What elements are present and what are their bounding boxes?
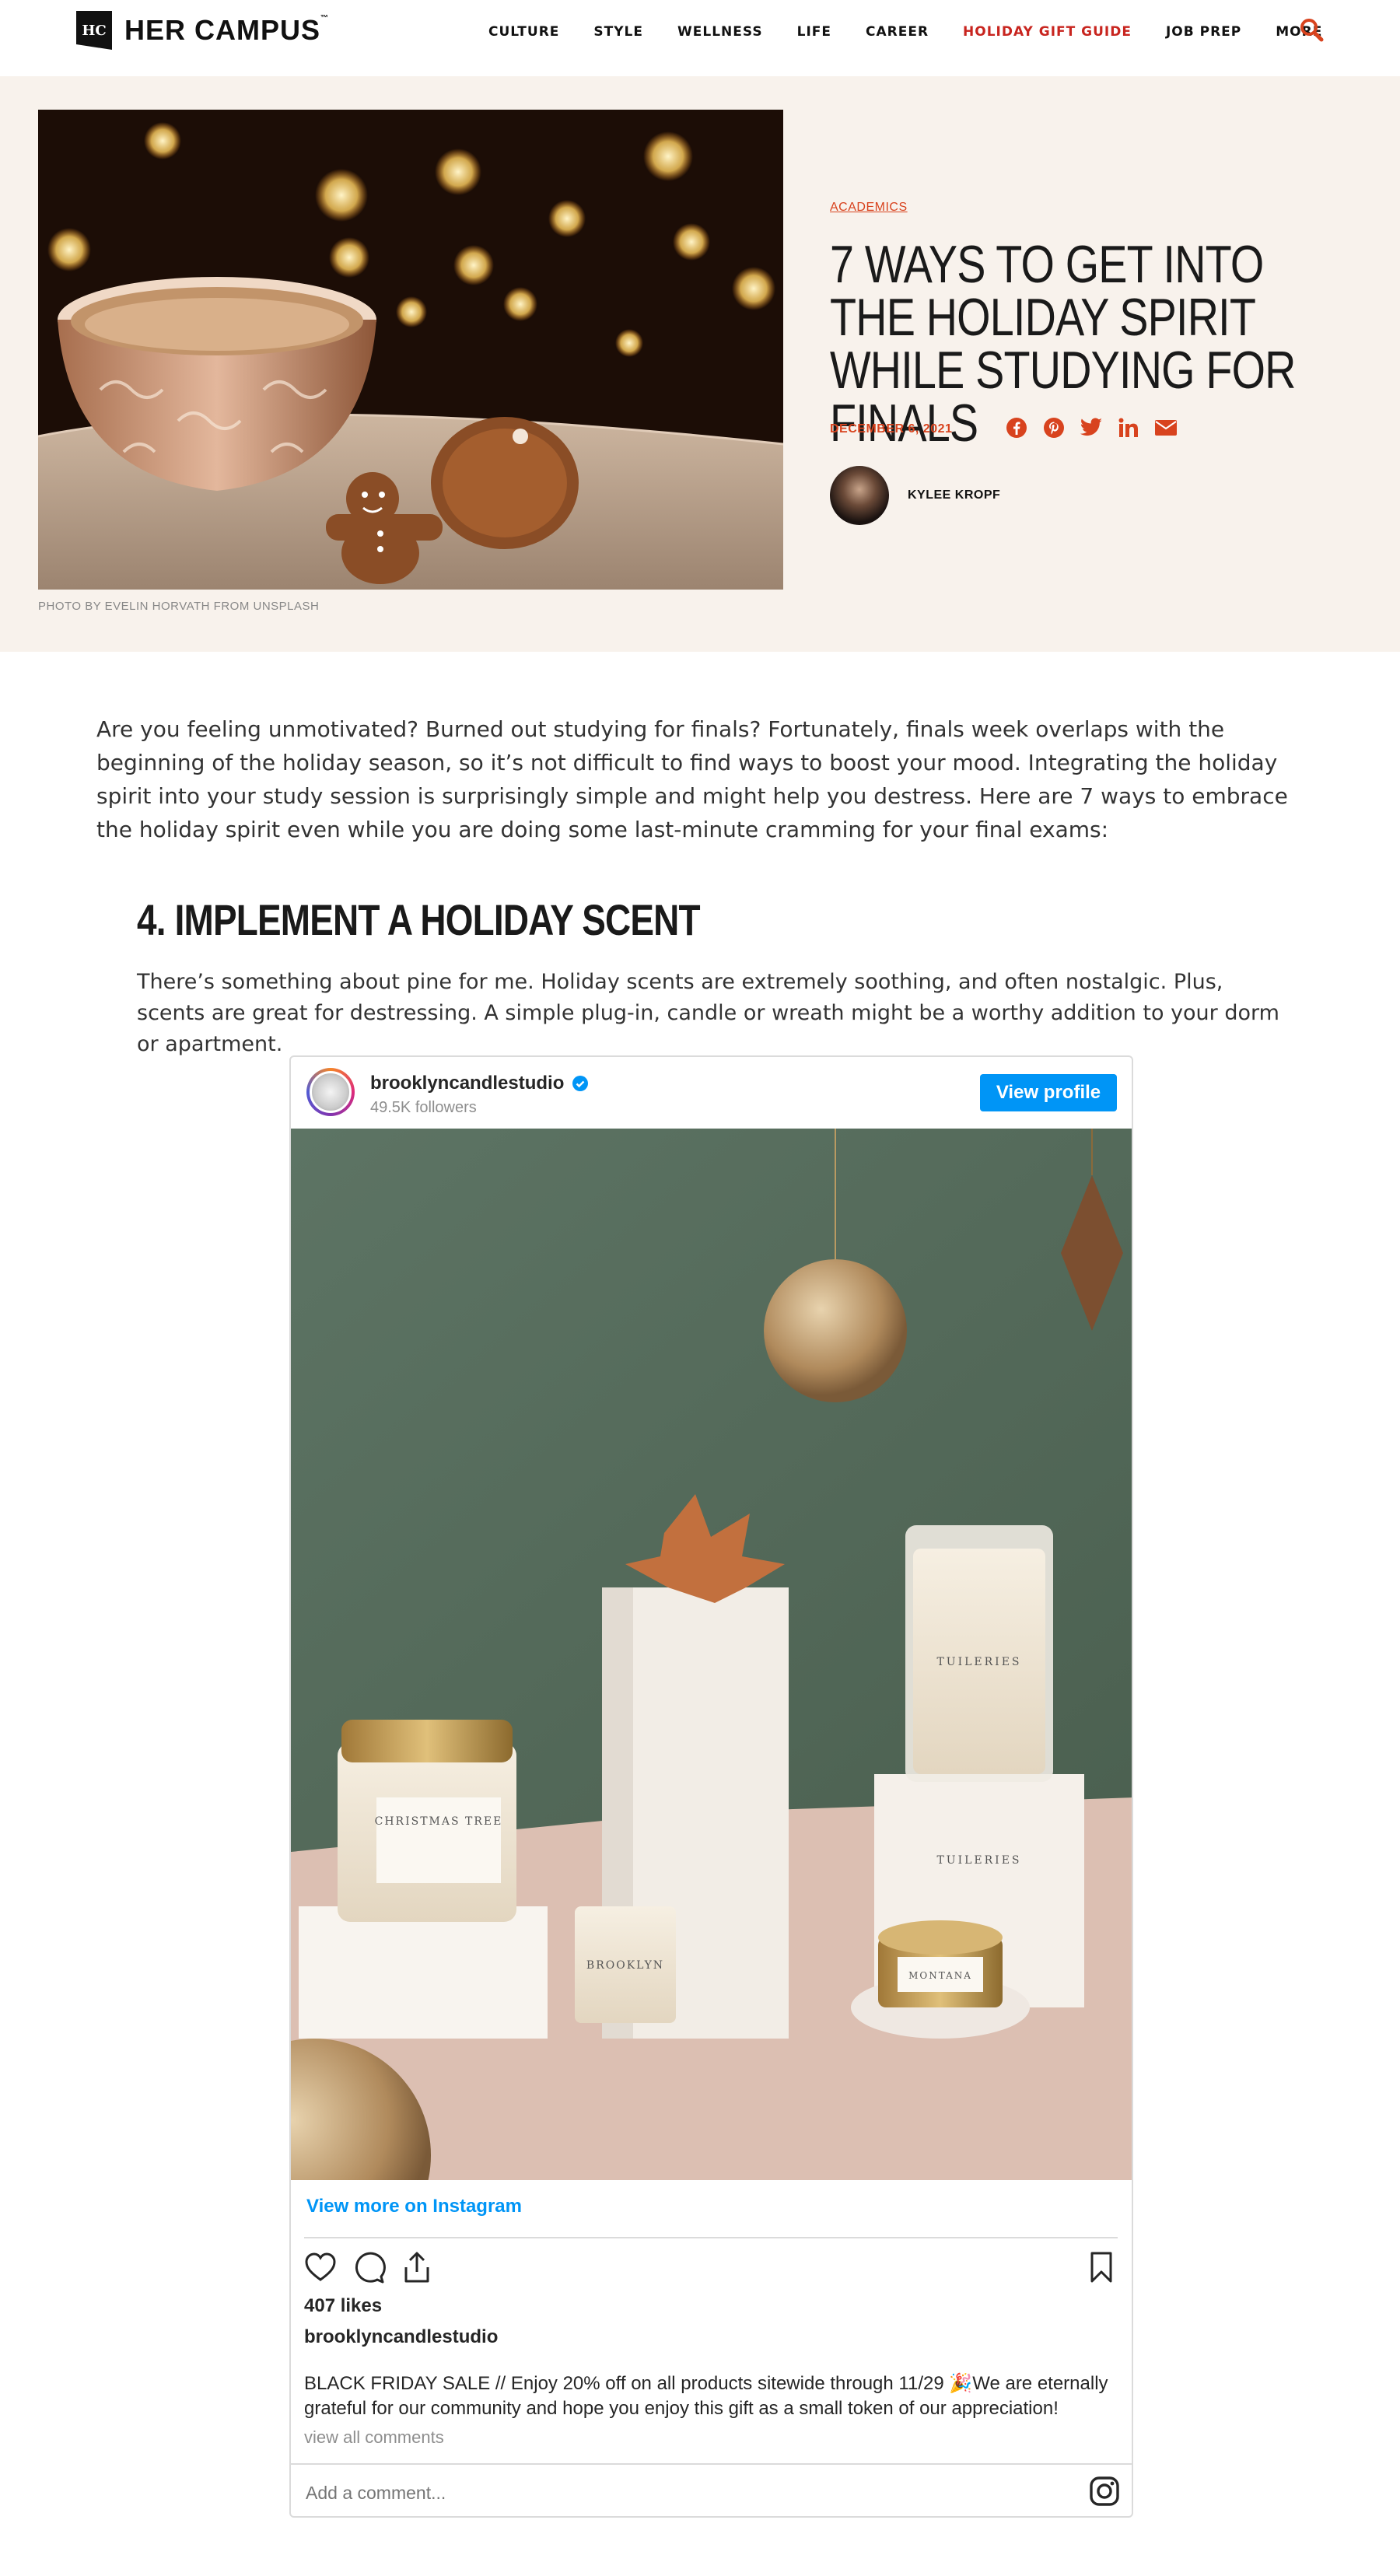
author-block[interactable]: KYLEE KROPF: [830, 466, 1000, 525]
instagram-avatar[interactable]: [306, 1068, 355, 1116]
candle-label-christmas-tree: CHRISTMAS TREE: [375, 1815, 503, 1828]
box-label-tuileries: TUILERIES: [936, 1854, 1021, 1867]
logo-text: HER CAMPUS™: [124, 14, 330, 46]
comment-icon[interactable]: [352, 2250, 386, 2284]
author-avatar: [830, 466, 889, 525]
divider: [291, 2463, 1132, 2465]
view-more-on-instagram-link[interactable]: View more on Instagram: [306, 2196, 522, 2217]
instagram-followers: 49.5K followers: [370, 1099, 477, 1116]
site-logo[interactable]: HC HER CAMPUS™: [76, 11, 329, 50]
instagram-header: brooklyncandlestudio 49.5K followers Vie…: [291, 1057, 1132, 1129]
article-hero: PHOTO BY EVELIN HORVATH FROM UNSPLASH AC…: [0, 76, 1400, 652]
like-heart-icon[interactable]: [303, 2250, 338, 2284]
share-bar: [1005, 416, 1178, 439]
logo-mark: HC: [76, 11, 112, 50]
hero-image: [38, 110, 783, 590]
main-nav: CULTURE STYLE WELLNESS LIFE CAREER HOLID…: [488, 20, 1322, 44]
likes-count: 407 likes: [304, 2295, 383, 2316]
verified-badge-icon: [572, 1076, 589, 1091]
bookmark-icon[interactable]: [1084, 2250, 1118, 2284]
linkedin-share-button[interactable]: [1117, 416, 1140, 439]
facebook-share-button[interactable]: [1005, 416, 1028, 439]
nav-item-holiday-gift-guide[interactable]: HOLIDAY GIFT GUIDE: [963, 24, 1132, 40]
view-profile-button[interactable]: View profile: [980, 1074, 1117, 1111]
instagram-embed: brooklyncandlestudio 49.5K followers Vie…: [289, 1055, 1133, 2518]
search-icon[interactable]: [1299, 17, 1324, 42]
photo-credit: PHOTO BY EVELIN HORVATH FROM UNSPLASH: [38, 600, 320, 613]
article-category-link[interactable]: ACADEMICS: [830, 201, 908, 215]
nav-item-wellness[interactable]: WELLNESS: [677, 24, 763, 40]
post-owner[interactable]: brooklyncandlestudio: [304, 2326, 498, 2348]
instagram-icon[interactable]: [1089, 2476, 1120, 2507]
twitter-share-button[interactable]: [1080, 416, 1103, 439]
author-name[interactable]: KYLEE KROPF: [908, 488, 1000, 502]
candle-label-tuileries: TUILERIES: [936, 1656, 1021, 1668]
post-actions: [303, 2250, 434, 2284]
share-icon[interactable]: [400, 2250, 434, 2284]
candle-label-montana: MONTANA: [908, 1970, 972, 1981]
instagram-post-image[interactable]: TUILERIES TUILERIES CHRISTMAS TREE BROOK…: [291, 1129, 1132, 2180]
section-heading: 4. IMPLEMENT A HOLIDAY SCENT: [137, 895, 701, 944]
article-date: DECEMBER 6, 2021: [830, 422, 953, 436]
email-share-button[interactable]: [1154, 416, 1178, 439]
article-intro: Are you feeling unmotivated? Burned out …: [96, 716, 1288, 842]
site-header: HC HER CAMPUS™ CULTURE STYLE WELLNESS LI…: [0, 0, 1400, 76]
nav-item-life[interactable]: LIFE: [797, 24, 831, 40]
nav-item-culture[interactable]: CULTURE: [488, 24, 559, 40]
pinterest-icon: [1044, 418, 1064, 438]
post-caption: BLACK FRIDAY SALE // Enjoy 20% off on al…: [304, 2373, 1108, 2419]
section-text: There’s something about pine for me. Hol…: [137, 970, 1279, 1056]
linkedin-icon: [1118, 418, 1138, 437]
nav-item-career[interactable]: CAREER: [866, 24, 929, 40]
divider: [304, 2237, 1118, 2238]
email-icon: [1155, 420, 1177, 436]
add-comment-input[interactable]: [304, 2482, 1004, 2504]
twitter-icon: [1080, 418, 1102, 436]
view-all-comments-link[interactable]: view all comments: [304, 2427, 444, 2448]
facebook-icon: [1006, 418, 1027, 438]
nav-item-job-prep[interactable]: JOB PREP: [1166, 24, 1241, 40]
pinterest-share-button[interactable]: [1042, 416, 1066, 439]
nav-item-style[interactable]: STYLE: [593, 24, 643, 40]
candle-label-brooklyn: BROOKLYN: [586, 1959, 664, 1972]
instagram-username[interactable]: brooklyncandlestudio: [370, 1073, 589, 1094]
candle-product-illustration: TUILERIES TUILERIES CHRISTMAS TREE BROOK…: [291, 1129, 1132, 2180]
hero-photo-illustration: [38, 110, 783, 590]
